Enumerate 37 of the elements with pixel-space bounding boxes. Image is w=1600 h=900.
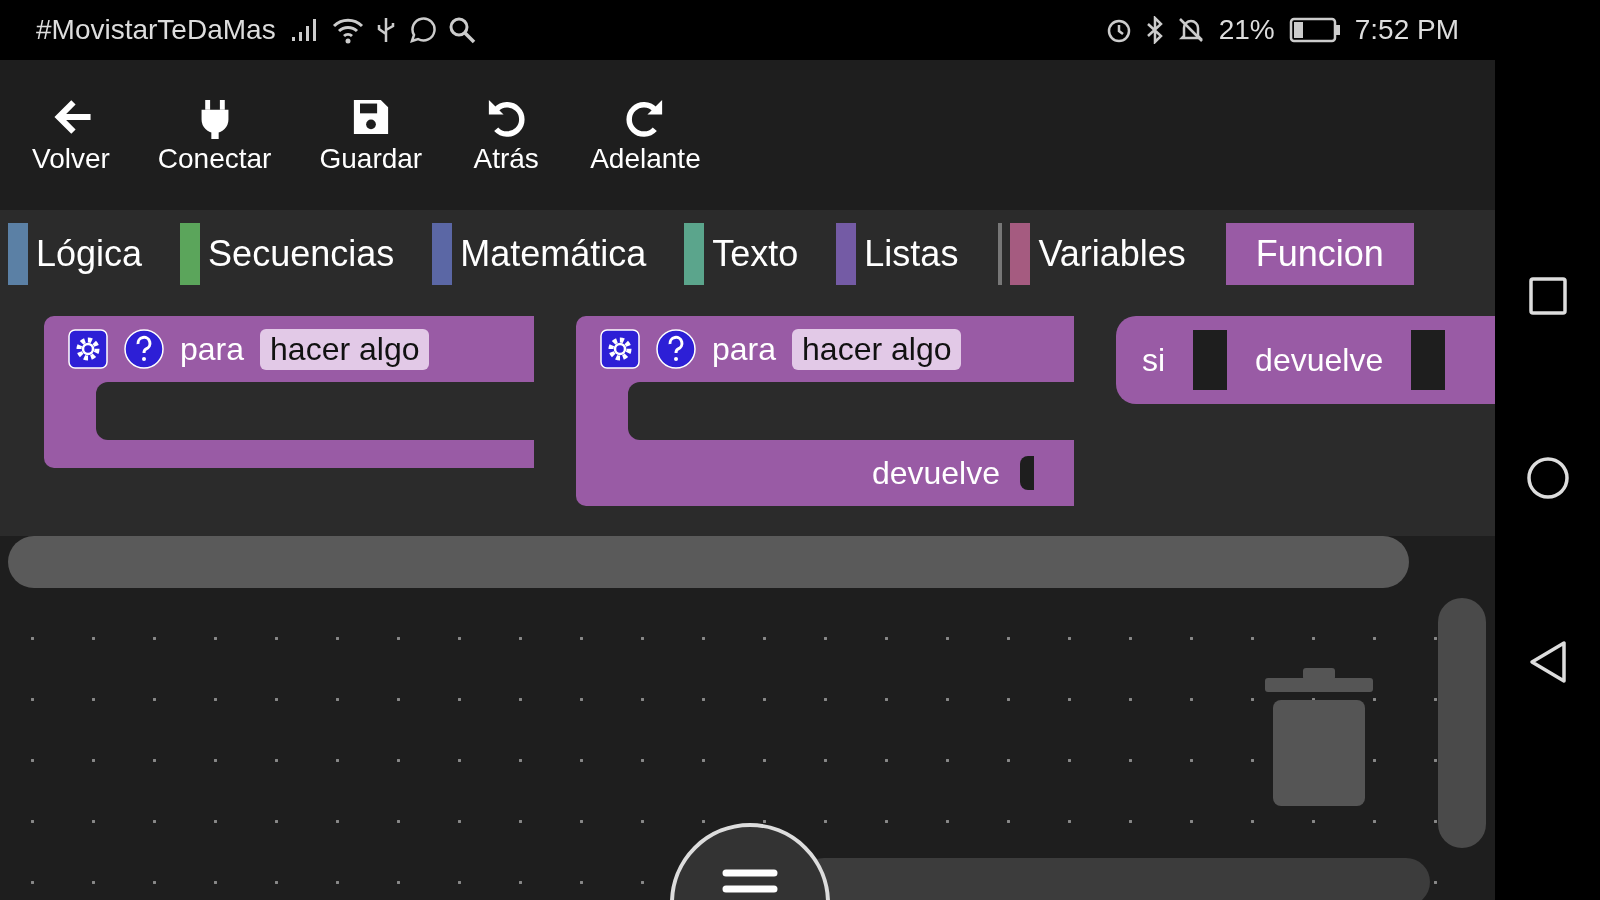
- search-icon: [447, 16, 476, 44]
- battery-icon: [1288, 17, 1341, 43]
- category-tab[interactable]: Funcion: [1225, 223, 1414, 285]
- gear-icon[interactable]: [600, 329, 640, 369]
- block-keyword: devuelve: [871, 454, 1000, 492]
- block-keyword: para: [180, 330, 245, 368]
- if-return-block[interactable]: si devuelve: [1116, 316, 1495, 404]
- procedure-return-block[interactable]: para hacer algo devuelve: [576, 316, 1074, 506]
- help-icon[interactable]: [656, 329, 696, 369]
- muted-bell-icon: [1176, 16, 1205, 44]
- chat-bubble-icon: [407, 16, 436, 44]
- carrier-text: #MovistarTeDaMas: [36, 14, 276, 46]
- back-triangle-icon[interactable]: [1527, 640, 1568, 684]
- toolbar-button[interactable]: Atrás: [446, 87, 567, 183]
- block-keyword: devuelve: [1255, 341, 1384, 379]
- toolbar-button[interactable]: Volver: [8, 87, 134, 183]
- home-circle-icon[interactable]: [1525, 456, 1570, 500]
- procedure-block[interactable]: para hacer algo: [44, 316, 534, 468]
- help-icon[interactable]: [124, 329, 164, 369]
- battery-percent: 21%: [1218, 14, 1275, 46]
- square-icon[interactable]: [1527, 276, 1568, 316]
- input-socket: [1193, 330, 1228, 390]
- input-socket: [1411, 330, 1446, 390]
- toolbar-button[interactable]: Conectar: [133, 87, 296, 183]
- block-keyword: para: [712, 330, 777, 368]
- name-field[interactable]: hacer algo: [792, 328, 962, 370]
- usb-icon: [375, 16, 396, 44]
- name-field[interactable]: hacer algo: [260, 328, 430, 370]
- toolbar-button[interactable]: Adelante: [566, 87, 725, 183]
- vertical-scrollbar[interactable]: [1438, 598, 1486, 848]
- wifi-icon: [331, 16, 364, 44]
- gear-icon[interactable]: [68, 329, 108, 369]
- clock-time: 7:52 PM: [1354, 14, 1459, 46]
- block-keyword: si: [1142, 341, 1166, 379]
- input-socket: [1020, 456, 1034, 490]
- horizontal-scrollbar[interactable]: [8, 536, 1409, 588]
- toolbar-button[interactable]: Guardar: [295, 87, 447, 183]
